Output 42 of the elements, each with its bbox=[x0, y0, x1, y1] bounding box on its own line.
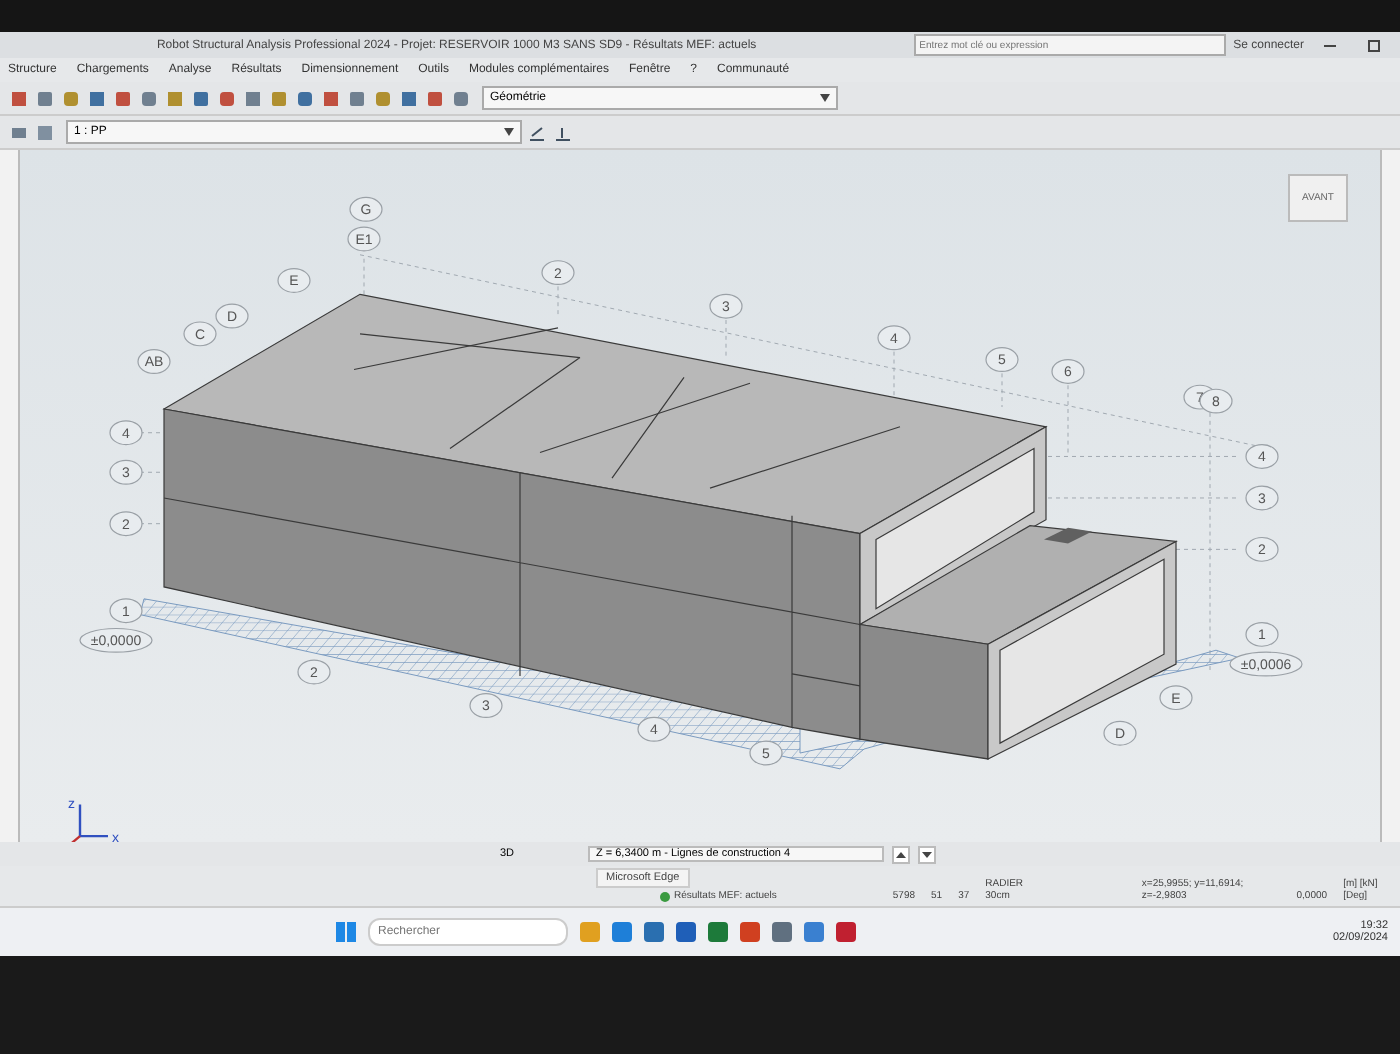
down-arrow-icon[interactable] bbox=[918, 845, 936, 863]
square-icon bbox=[269, 89, 287, 107]
toolbar-button[interactable] bbox=[240, 86, 264, 110]
square-icon bbox=[35, 89, 53, 107]
square-icon bbox=[35, 123, 53, 141]
toolbar-button[interactable] bbox=[292, 86, 316, 110]
caret-icon bbox=[504, 128, 514, 136]
square-icon bbox=[243, 89, 261, 107]
square-icon bbox=[61, 89, 79, 107]
toolbar-button[interactable] bbox=[344, 86, 368, 110]
toolbar-button[interactable] bbox=[318, 86, 342, 110]
toolbar-button[interactable] bbox=[136, 86, 160, 110]
square-icon bbox=[217, 89, 235, 107]
toolbar-button[interactable] bbox=[214, 86, 238, 110]
square-icon bbox=[113, 89, 131, 107]
toolbar-button[interactable] bbox=[188, 86, 212, 110]
square-icon bbox=[295, 89, 313, 107]
square-icon bbox=[451, 89, 469, 107]
square-icon bbox=[9, 89, 27, 107]
square-icon bbox=[165, 89, 183, 107]
rectangle-icon bbox=[9, 123, 27, 141]
square-icon bbox=[87, 89, 105, 107]
toolbar-button[interactable] bbox=[84, 86, 108, 110]
square-icon bbox=[373, 89, 391, 107]
up-arrow-icon[interactable] bbox=[892, 845, 910, 863]
caret-icon bbox=[820, 94, 830, 102]
line-icon bbox=[527, 123, 545, 141]
toolbar-button[interactable] bbox=[448, 86, 472, 110]
toolbar-button[interactable] bbox=[32, 86, 56, 110]
roof-opening bbox=[1044, 527, 1092, 544]
line-icon bbox=[553, 123, 571, 141]
square-icon bbox=[191, 89, 209, 107]
square-icon bbox=[425, 89, 443, 107]
toolbar-button[interactable] bbox=[110, 86, 134, 110]
square-icon bbox=[139, 89, 157, 107]
toolbar-button[interactable] bbox=[396, 86, 420, 110]
toolbar-button[interactable] bbox=[6, 86, 30, 110]
square-icon bbox=[347, 89, 365, 107]
windows-logo-icon[interactable] bbox=[336, 922, 356, 942]
square-icon bbox=[399, 89, 417, 107]
square-icon bbox=[321, 89, 339, 107]
toolbar-button[interactable] bbox=[422, 86, 446, 110]
